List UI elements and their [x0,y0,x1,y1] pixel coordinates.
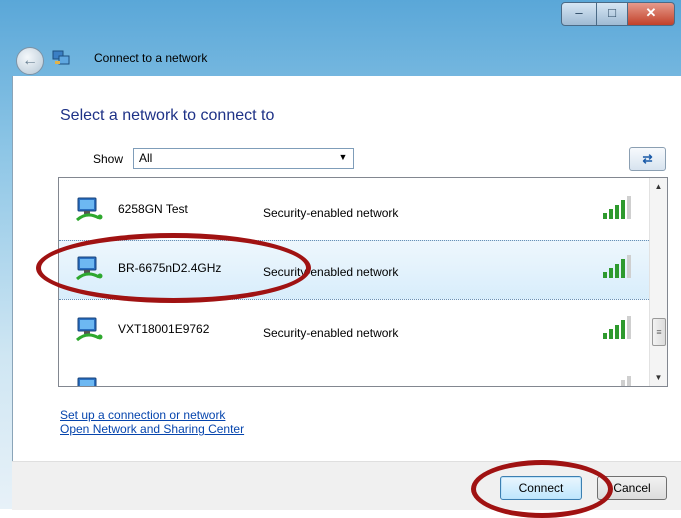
scroll-up-icon[interactable]: ▲ [650,178,667,195]
wireless-network-icon [77,377,97,386]
window-controls: – □ ✕ [561,2,675,26]
maximize-button[interactable]: □ [597,2,628,26]
network-sharing-center-link[interactable]: Open Network and Sharing Center [60,422,244,436]
connect-button[interactable]: Connect [500,476,582,500]
chevron-down-icon: ▼ [338,152,348,162]
scrollbar-thumb[interactable]: ≡ [652,318,666,346]
wireless-network-icon [75,317,103,342]
wireless-network-icon [75,256,103,281]
network-list[interactable]: 6258GN Test Security-enabled network BR-… [58,177,668,387]
network-row[interactable]: 6258GN Test Security-enabled network [59,182,651,240]
title-bar: – □ ✕ ← Connect to a network [0,0,681,76]
wireless-network-icon [75,197,103,222]
network-row-partial[interactable] [59,364,651,386]
show-label: Show [93,152,124,166]
minimize-button[interactable]: – [561,2,597,26]
window-title: Connect to a network [94,51,208,65]
show-dropdown-value: All [139,151,153,165]
network-security: Security-enabled network [263,326,399,340]
vertical-scrollbar[interactable]: ▲ ≡ ▼ [649,178,667,386]
network-row[interactable]: VXT18001E9762 Security-enabled network [59,302,651,360]
close-button[interactable]: ✕ [628,2,675,26]
network-name: BR-6675nD2.4GHz [118,261,222,275]
setup-connection-link[interactable]: Set up a connection or network [60,408,244,422]
cancel-button[interactable]: Cancel [597,476,667,500]
network-security: Security-enabled network [263,206,399,220]
refresh-button[interactable]: ⇄ [629,147,666,171]
signal-strength-icon [621,376,631,386]
signal-strength-icon [603,255,631,278]
show-dropdown[interactable]: All ▼ [133,148,354,169]
signal-strength-icon [603,196,631,219]
refresh-icon: ⇄ [642,152,653,166]
links-area: Set up a connection or network Open Netw… [60,408,244,436]
signal-strength-icon [603,316,631,339]
network-icon [52,50,70,65]
scroll-down-icon[interactable]: ▼ [650,369,667,386]
network-name: 6258GN Test [118,202,188,216]
back-arrow-icon[interactable]: ← [16,47,44,75]
network-security: Security-enabled network [263,265,399,279]
network-name: VXT18001E9762 [118,322,210,336]
network-row-selected[interactable]: BR-6675nD2.4GHz Security-enabled network [59,240,651,300]
page-heading: Select a network to connect to [60,107,275,124]
